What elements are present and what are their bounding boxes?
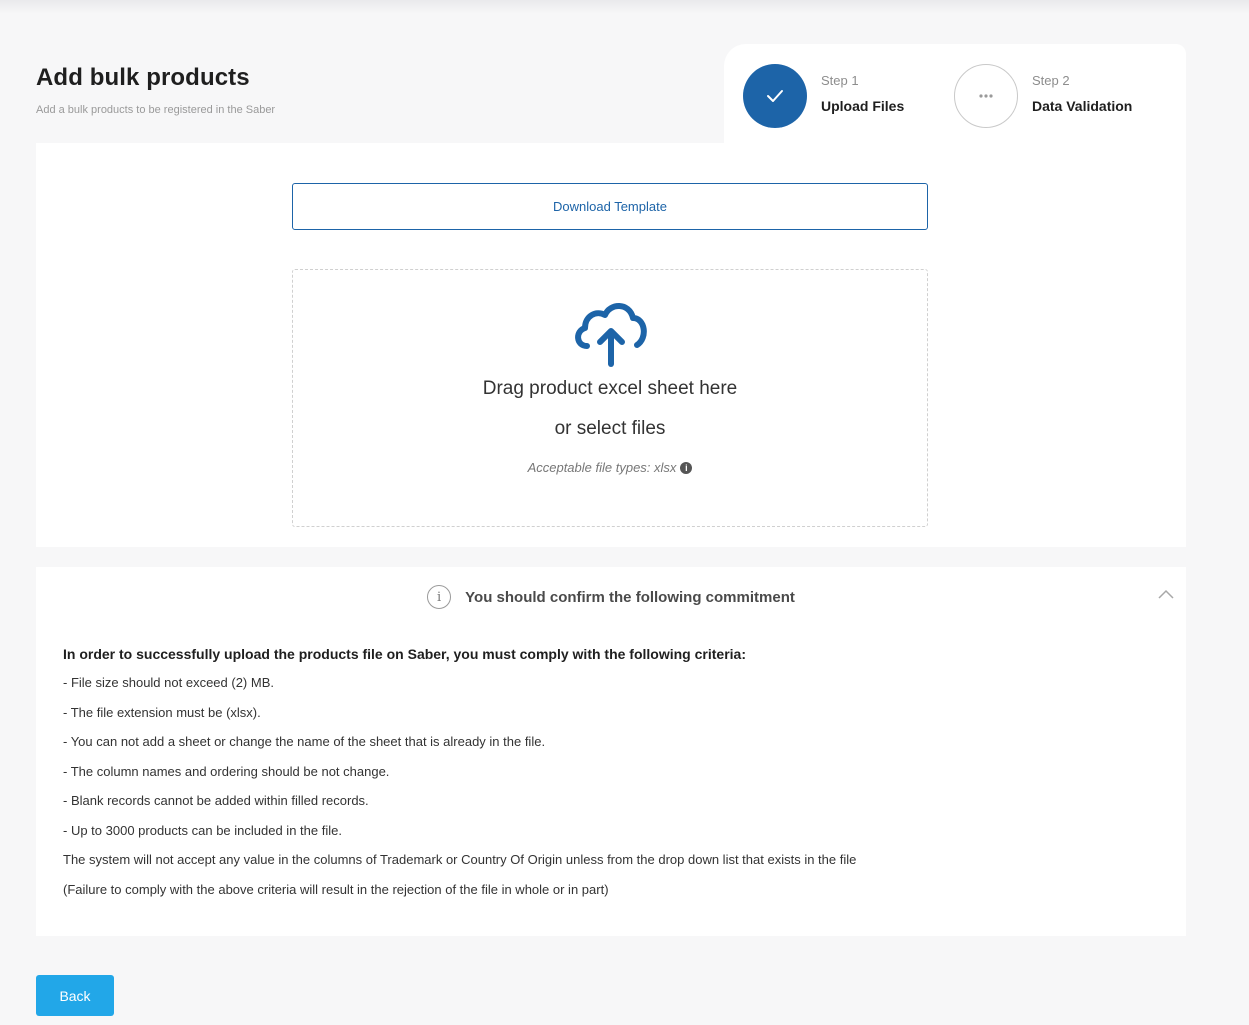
commitment-title: You should confirm the following commitm… xyxy=(465,588,795,606)
commitment-header[interactable]: i You should confirm the following commi… xyxy=(36,584,1186,610)
file-types-hint: Acceptable file types: xlsx i xyxy=(293,460,927,475)
select-files-link[interactable]: or select files xyxy=(293,418,927,440)
page-subtitle: Add a bulk products to be registered in … xyxy=(36,104,276,116)
page-header: Add bulk products Add a bulk products to… xyxy=(36,64,275,116)
criteria-item: The system will not accept any value in … xyxy=(63,852,857,867)
upload-card: Download Template Drag product excel she… xyxy=(36,143,1186,547)
file-dropzone[interactable]: Drag product excel sheet here or select … xyxy=(292,269,928,527)
step-2-number: Step 2 xyxy=(1032,73,1070,88)
info-icon[interactable]: i xyxy=(680,462,693,474)
criteria-item: (Failure to comply with the above criter… xyxy=(63,881,609,897)
criteria-item: - Up to 3000 products can be included in… xyxy=(63,822,342,838)
criteria-heading: In order to successfully upload the prod… xyxy=(63,646,746,662)
info-circle-icon: i xyxy=(427,585,452,609)
criteria-item: - The file extension must be (xlsx). xyxy=(63,704,261,720)
criteria-item: - Blank records cannot be added within f… xyxy=(63,793,369,808)
step-data-validation: Step 2 Data Validation xyxy=(954,64,1132,128)
criteria-item: - You can not add a sheet or change the … xyxy=(63,734,546,749)
step-2-circle xyxy=(954,64,1018,128)
drop-instructions: Drag product excel sheet here xyxy=(482,378,738,399)
back-button[interactable]: Back xyxy=(36,975,114,1016)
checkmark-icon xyxy=(767,90,783,102)
criteria-item: - The column names and ordering should b… xyxy=(63,763,390,779)
chevron-up-icon[interactable] xyxy=(1158,589,1174,599)
step-1-label: Upload Files xyxy=(821,98,905,114)
step-2-label: Data Validation xyxy=(1032,98,1133,114)
file-types-text: Acceptable file types: xlsx xyxy=(527,460,677,475)
page-title: Add bulk products xyxy=(36,64,250,91)
commitment-panel: i You should confirm the following commi… xyxy=(36,567,1186,936)
commitment-body: In order to successfully upload the prod… xyxy=(63,646,1163,911)
step-1-circle xyxy=(743,64,807,128)
stepper: Step 1 Upload Files Step 2 Data Validati… xyxy=(724,44,1186,154)
cloud-upload-icon xyxy=(575,303,647,367)
ellipsis-icon xyxy=(979,94,993,98)
step-upload-files: Step 1 Upload Files xyxy=(743,64,904,128)
top-bar-shadow xyxy=(0,0,1249,14)
download-template-button[interactable]: Download Template xyxy=(292,183,928,230)
criteria-item: - File size should not exceed (2) MB. xyxy=(63,675,274,690)
step-1-number: Step 1 xyxy=(821,73,859,88)
